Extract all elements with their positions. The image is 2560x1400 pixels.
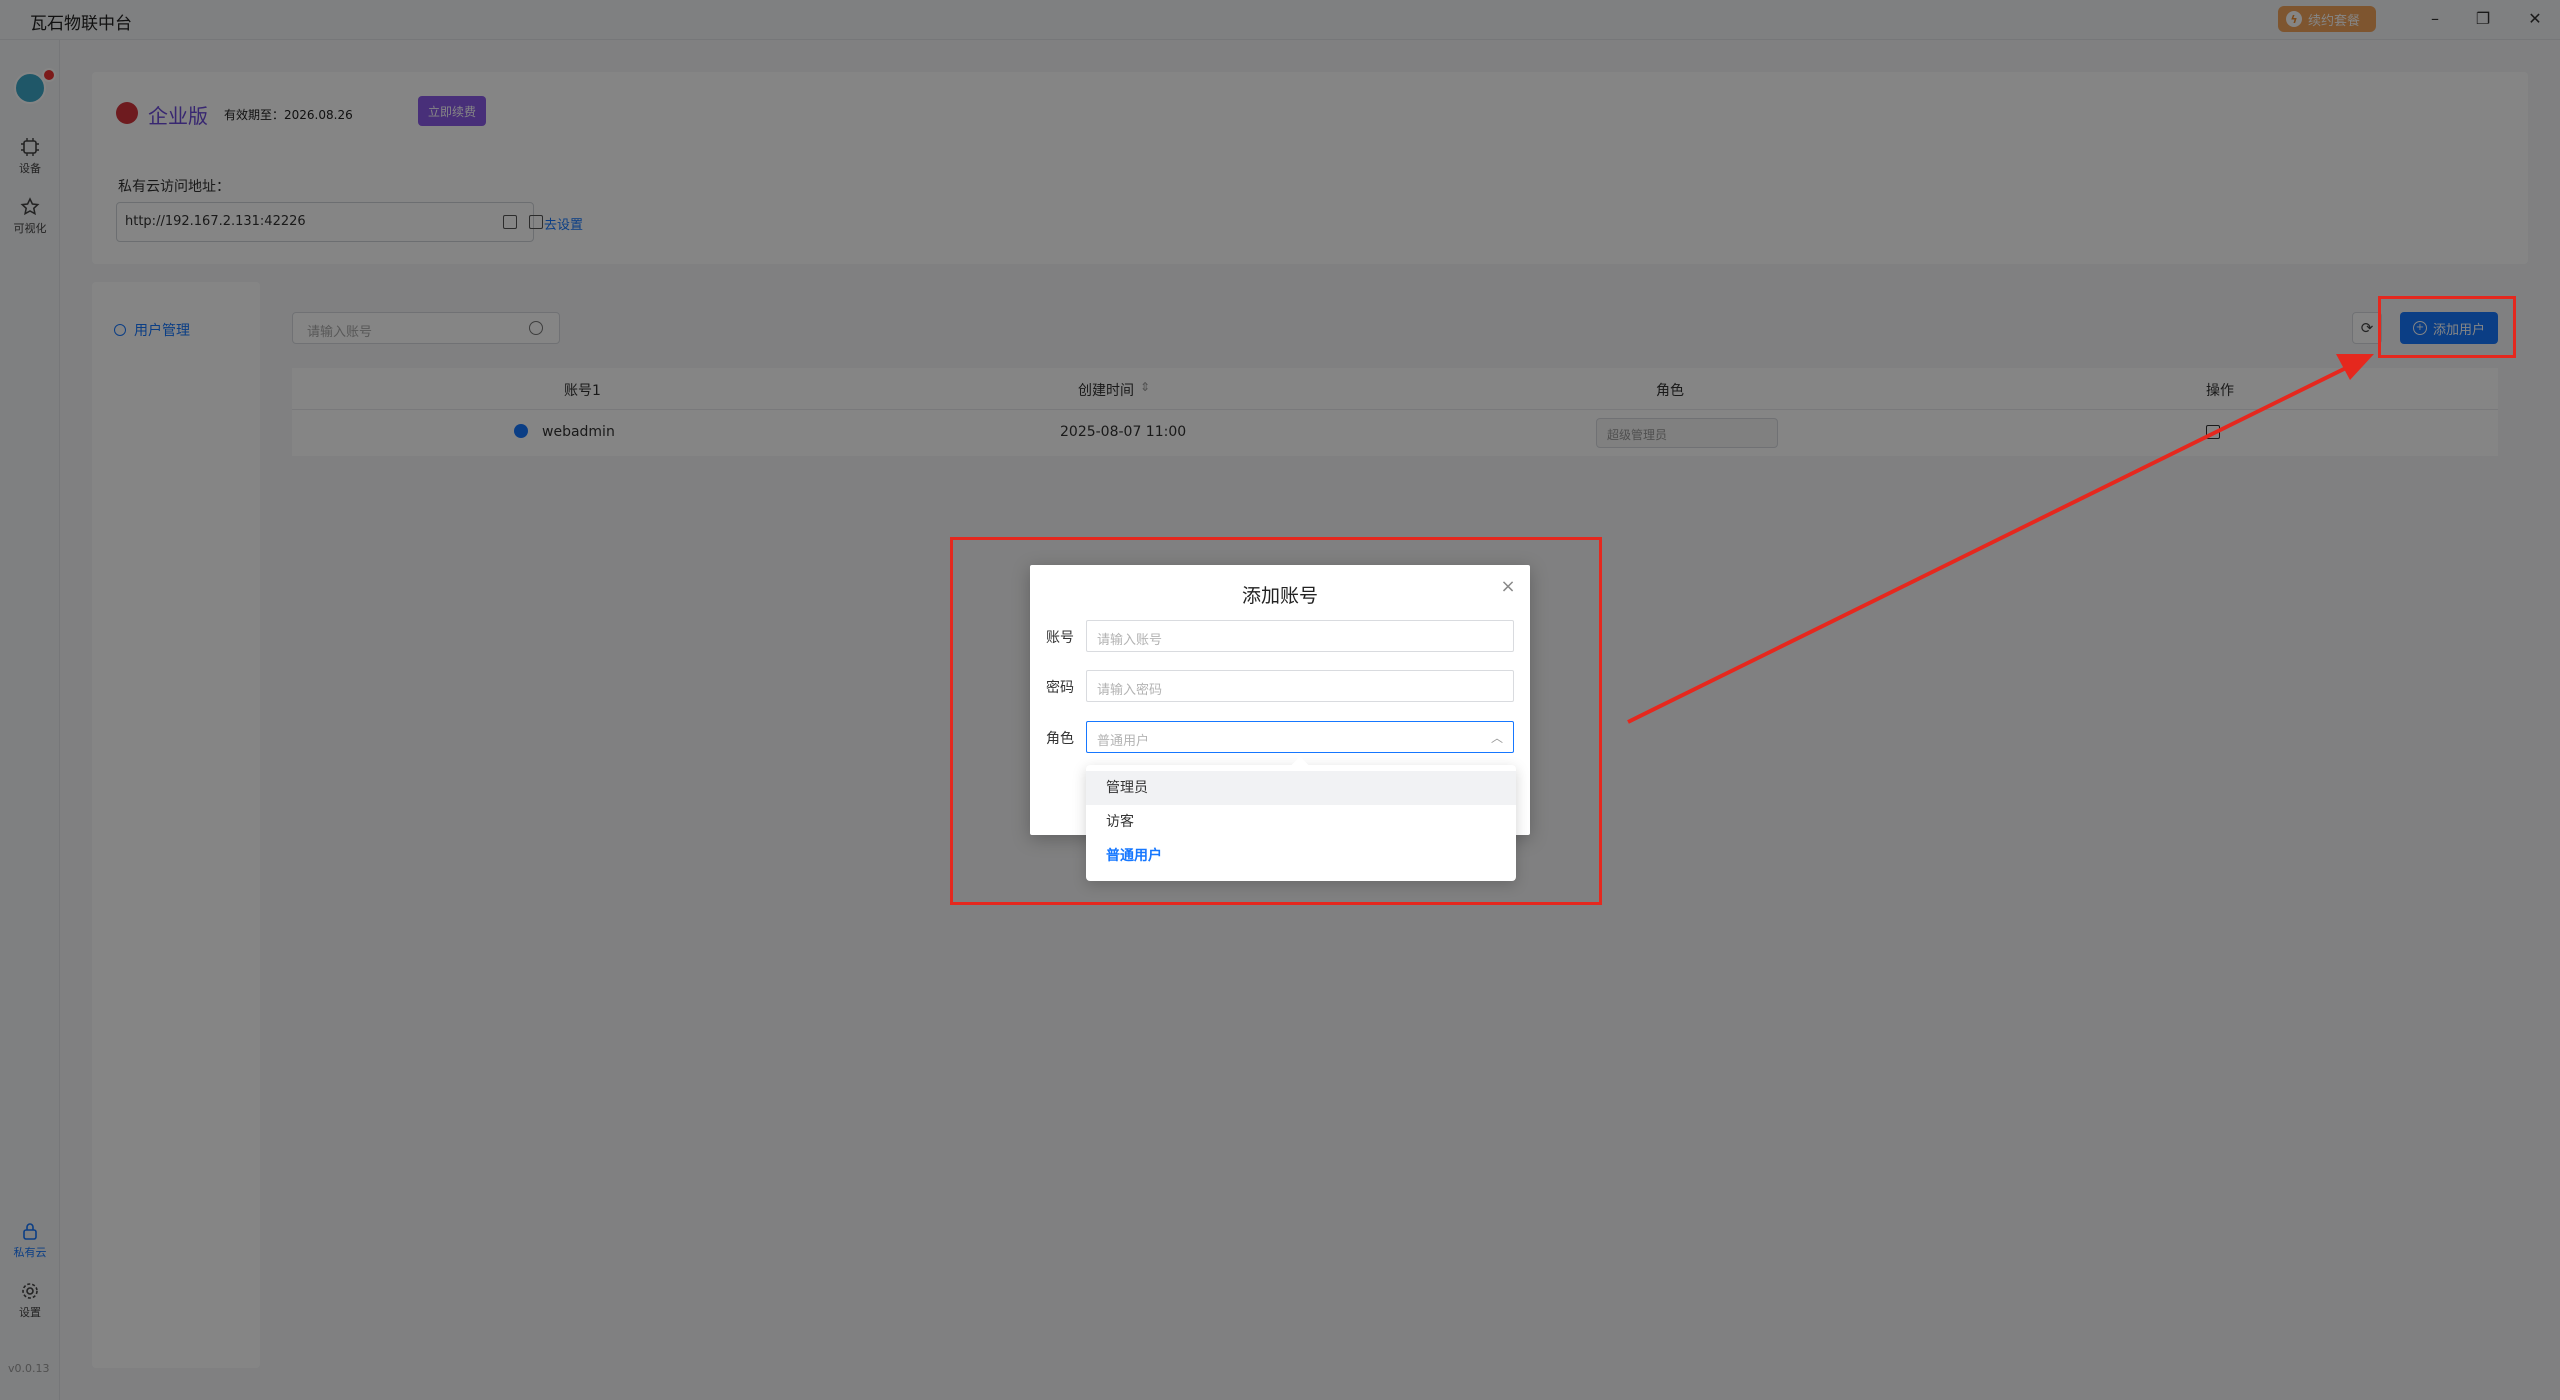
annotation-box-add-user	[2378, 296, 2516, 358]
annotation-box-dialog	[950, 537, 1602, 905]
